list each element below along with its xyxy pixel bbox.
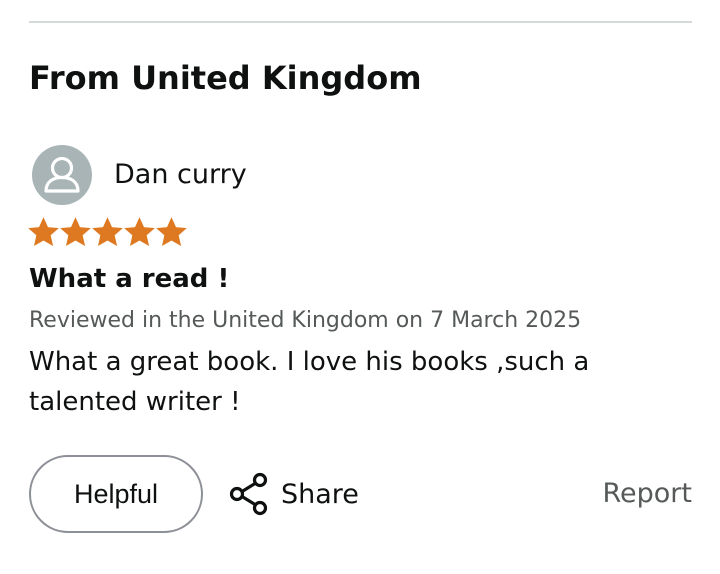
reviewer-name: Dan curry [114,159,247,190]
review-meta: Reviewed in the United Kingdom on 7 Marc… [29,308,582,333]
user-avatar-icon [32,145,92,205]
share-button[interactable]: Share [228,470,359,518]
share-icon [229,472,268,516]
star-icon [124,217,155,246]
star-icon [92,217,123,246]
section-title: From United Kingdom [29,59,422,97]
reviewer-profile[interactable]: Dan curry [32,145,247,205]
star-icon [156,217,187,246]
helpful-button[interactable]: Helpful [29,455,203,533]
review-title[interactable]: What a read ! [29,262,229,296]
review-section: From United Kingdom Dan curry What a rea… [0,0,720,574]
report-link[interactable]: Report [602,474,692,514]
share-label: Share [281,478,359,510]
star-icon [28,217,59,246]
star-icon [60,217,91,246]
review-body: What a great book. I love his books ,suc… [29,347,590,417]
section-divider [29,21,692,23]
star-rating [28,216,187,250]
